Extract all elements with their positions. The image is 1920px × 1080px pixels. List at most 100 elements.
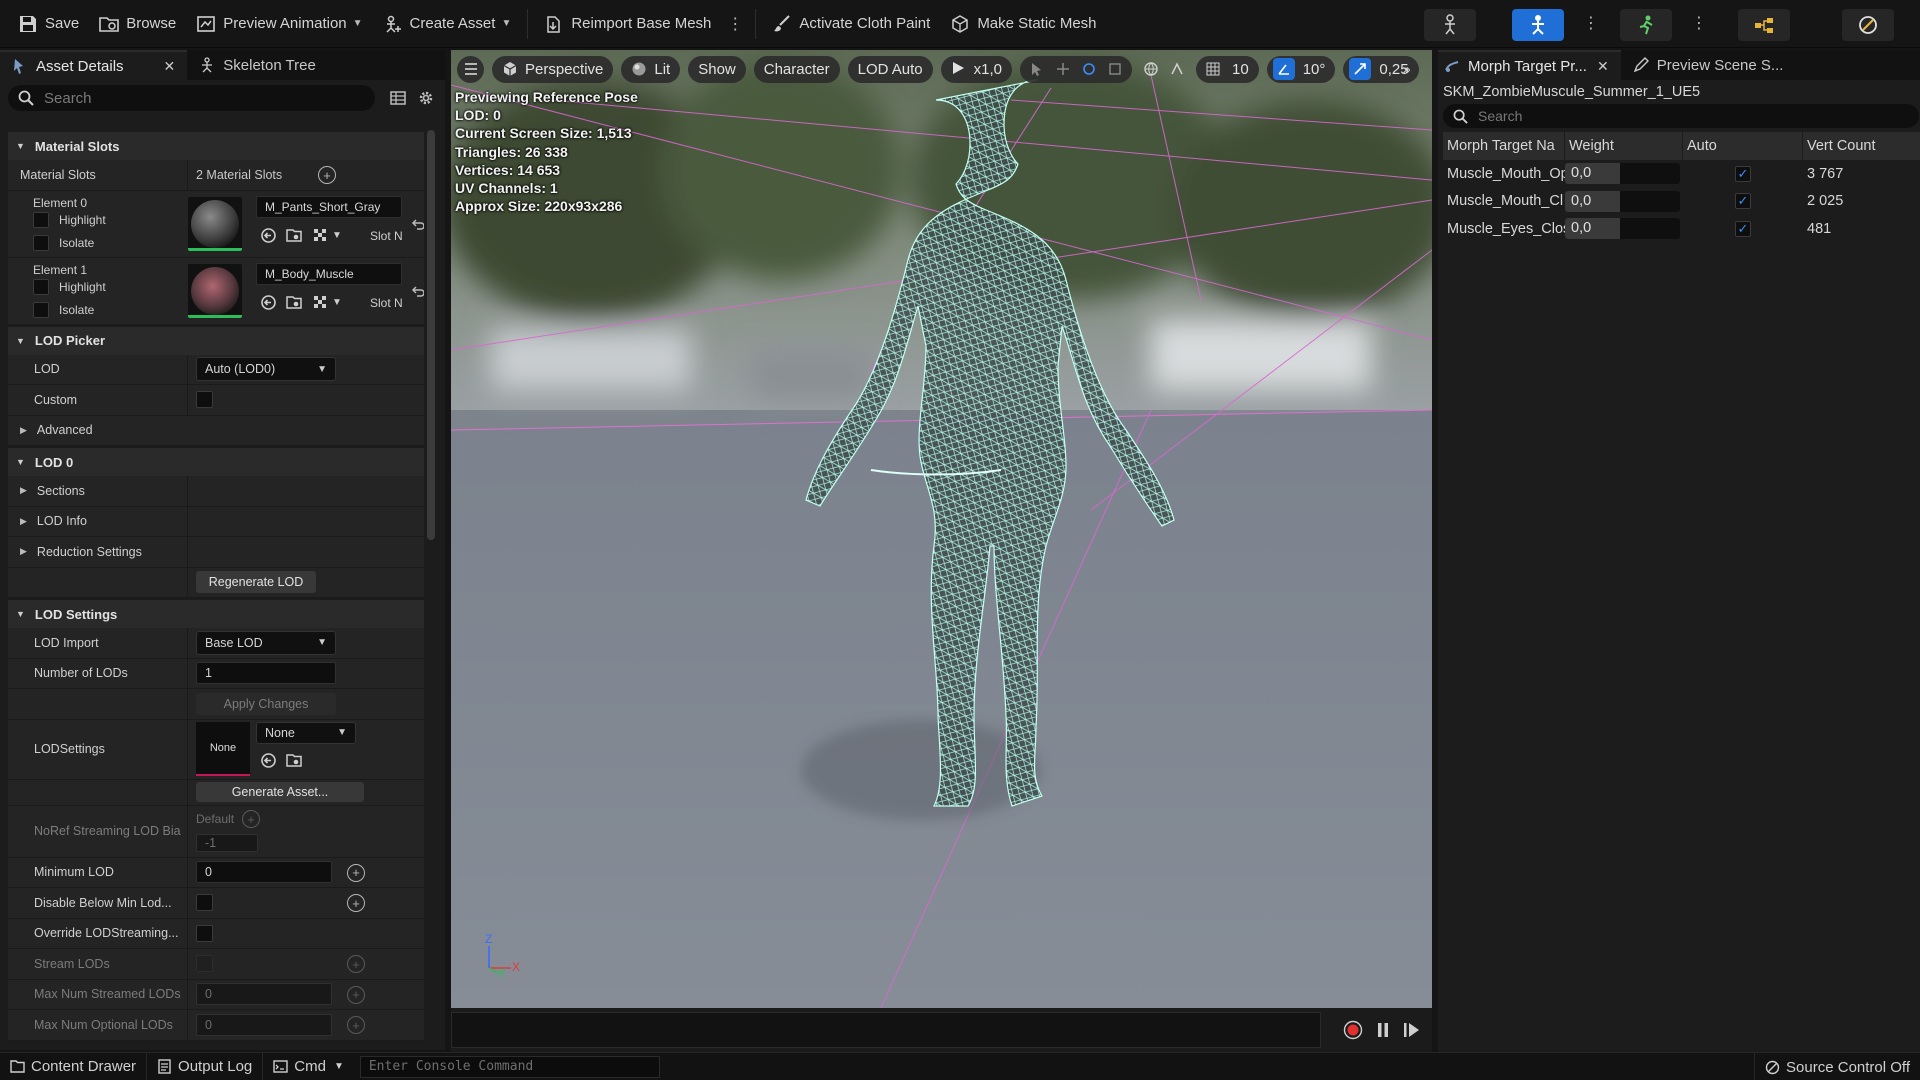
details-search-input[interactable]: Search xyxy=(8,85,375,111)
use-selected-icon[interactable] xyxy=(260,227,277,244)
lod-import-select[interactable]: Base LOD ▼ xyxy=(196,630,336,655)
lit-button[interactable]: Lit xyxy=(621,55,681,83)
close-icon[interactable]: ✕ xyxy=(164,58,176,75)
console-command-input[interactable]: Enter Console Command xyxy=(359,1055,660,1078)
save-button[interactable]: Save xyxy=(0,0,89,48)
timeline-scrubber[interactable] xyxy=(451,1012,1321,1048)
output-log-button[interactable]: Output Log xyxy=(147,1052,264,1080)
scale-snap-icon[interactable] xyxy=(1349,58,1372,80)
pause-icon[interactable] xyxy=(1373,1020,1393,1040)
activate-cloth-paint-button[interactable]: Activate Cloth Paint xyxy=(762,0,940,48)
chevron-down-icon[interactable]: ▼ xyxy=(332,230,342,241)
lodsettings-select[interactable]: None ▼ xyxy=(256,721,356,744)
animation-mode-button[interactable] xyxy=(1620,9,1672,41)
cmd-button[interactable]: Cmd ▼ xyxy=(263,1053,354,1080)
preview-animation-button[interactable]: Preview Animation ▼ xyxy=(186,0,372,48)
column-header[interactable]: Morph Target Na xyxy=(1443,132,1565,160)
material-name-field[interactable]: M_Pants_Short_Gray xyxy=(256,195,402,218)
mode-options-icon[interactable]: ⋮ xyxy=(1577,13,1605,33)
rotation-snap-value[interactable]: 10° xyxy=(1299,61,1330,78)
use-selected-icon[interactable] xyxy=(260,752,277,769)
weight-slider[interactable]: 0,0 xyxy=(1565,163,1680,185)
add-override-icon[interactable]: + xyxy=(347,985,365,1004)
reduction-settings-row[interactable]: ▶ Reduction Settings xyxy=(8,537,424,568)
physics-mode-button[interactable] xyxy=(1842,9,1894,41)
blueprint-mode-button[interactable] xyxy=(1738,9,1790,41)
category-lod-settings[interactable]: ▼ LOD Settings xyxy=(8,600,424,628)
surface-snap-icon[interactable] xyxy=(1166,58,1188,80)
grid-icon[interactable] xyxy=(1202,58,1224,80)
viewport-more-button[interactable]: » xyxy=(1393,56,1420,83)
angle-icon[interactable] xyxy=(1272,58,1295,80)
reimport-options-icon[interactable]: ⋮ xyxy=(721,14,749,34)
use-selected-icon[interactable] xyxy=(260,294,277,311)
table-row[interactable]: Muscle_Eyes_Clos 0,0 ✓ 481 xyxy=(1443,215,1920,243)
lod-select[interactable]: Auto (LOD0) ▼ xyxy=(196,357,336,382)
override-lod-streaming-checkbox[interactable] xyxy=(196,924,213,942)
scale-tool-icon[interactable] xyxy=(1104,58,1126,80)
lod-info-row[interactable]: ▶ LOD Info xyxy=(8,506,424,537)
mesh-mode-button[interactable] xyxy=(1512,9,1564,41)
disable-below-min-checkbox[interactable] xyxy=(196,894,213,912)
show-button[interactable]: Show xyxy=(688,55,746,83)
make-static-mesh-button[interactable]: Make Static Mesh xyxy=(940,0,1106,48)
material-thumbnail[interactable] xyxy=(188,263,242,318)
add-override-icon[interactable]: + xyxy=(347,1016,365,1034)
step-forward-icon[interactable] xyxy=(1401,1020,1421,1040)
reset-arrow-icon[interactable] xyxy=(411,218,424,232)
material-thumbnail[interactable] xyxy=(188,196,242,251)
highlight-checkbox[interactable] xyxy=(33,211,49,228)
viewport-menu-button[interactable] xyxy=(457,55,484,83)
reimport-base-mesh-button[interactable]: Reimport Base Mesh xyxy=(534,0,721,48)
move-tool-icon[interactable] xyxy=(1052,58,1074,80)
create-asset-button[interactable]: Create Asset ▼ xyxy=(373,0,522,48)
perspective-button[interactable]: Perspective xyxy=(492,55,614,83)
max-streamed-lods-input[interactable]: 0 xyxy=(196,983,332,1006)
max-optional-lods-input[interactable]: 0 xyxy=(196,1013,332,1036)
add-override-icon[interactable]: + xyxy=(347,955,365,973)
browse-folder-icon[interactable] xyxy=(286,752,303,769)
material-name-field[interactable]: M_Body_Muscle xyxy=(256,262,402,285)
column-header[interactable]: Auto xyxy=(1683,132,1803,160)
tab-asset-details[interactable]: Asset Details ✕ xyxy=(0,50,188,80)
number-of-lods-input[interactable]: 1 xyxy=(196,662,336,685)
grid-snap-value[interactable]: 10 xyxy=(1228,61,1253,78)
add-override-icon[interactable]: + xyxy=(242,810,261,828)
column-header[interactable]: Weight xyxy=(1565,132,1683,160)
tab-morph-target-preview[interactable]: Morph Target Pr... ✕ xyxy=(1438,50,1621,80)
stream-lods-checkbox[interactable] xyxy=(196,955,213,973)
animation-options-icon[interactable]: ⋮ xyxy=(1685,13,1713,33)
source-control-button[interactable]: Source Control Off xyxy=(1754,1053,1920,1080)
rotate-tool-icon[interactable] xyxy=(1078,58,1100,80)
isolate-checkbox[interactable] xyxy=(33,301,49,318)
browse-folder-icon[interactable] xyxy=(286,294,303,311)
regenerate-lod-button[interactable]: Regenerate LOD xyxy=(196,571,316,594)
checker-texture-icon[interactable] xyxy=(312,227,329,244)
world-local-icon[interactable] xyxy=(1140,58,1162,80)
generate-asset-button[interactable]: Generate Asset... xyxy=(196,782,364,802)
auto-checkbox[interactable]: ✓ xyxy=(1735,165,1751,182)
apply-changes-button[interactable]: Apply Changes xyxy=(196,692,336,715)
select-tool-icon[interactable] xyxy=(1026,58,1048,80)
browse-folder-icon[interactable] xyxy=(286,227,303,244)
category-material-slots[interactable]: ▼ Material Slots xyxy=(8,132,424,160)
isolate-checkbox[interactable] xyxy=(33,234,49,251)
content-drawer-button[interactable]: Content Drawer xyxy=(0,1052,148,1080)
custom-checkbox[interactable] xyxy=(196,391,213,409)
browse-button[interactable]: Browse xyxy=(89,0,186,48)
table-view-icon[interactable] xyxy=(389,89,407,107)
tab-preview-scene-settings[interactable]: Preview Scene S... xyxy=(1621,50,1796,80)
morph-search-input[interactable]: Search xyxy=(1443,104,1919,128)
auto-checkbox[interactable]: ✓ xyxy=(1735,220,1751,237)
lodsettings-thumbnail[interactable]: None xyxy=(196,722,250,776)
details-scrollbar[interactable] xyxy=(427,130,435,540)
tab-skeleton-tree[interactable]: Skeleton Tree xyxy=(187,50,328,80)
table-row[interactable]: Muscle_Mouth_Op 0,0 ✓ 3 767 xyxy=(1443,160,1920,188)
category-lod-picker[interactable]: ▼ LOD Picker xyxy=(8,326,424,355)
add-material-slot-icon[interactable]: + xyxy=(318,166,336,184)
sections-row[interactable]: ▶ Sections xyxy=(8,476,424,507)
advanced-row[interactable]: ▶ Advanced xyxy=(8,415,424,446)
minimum-lod-input[interactable]: 0 xyxy=(196,861,332,884)
record-icon[interactable] xyxy=(1343,1020,1363,1040)
reset-arrow-icon[interactable] xyxy=(411,285,424,299)
